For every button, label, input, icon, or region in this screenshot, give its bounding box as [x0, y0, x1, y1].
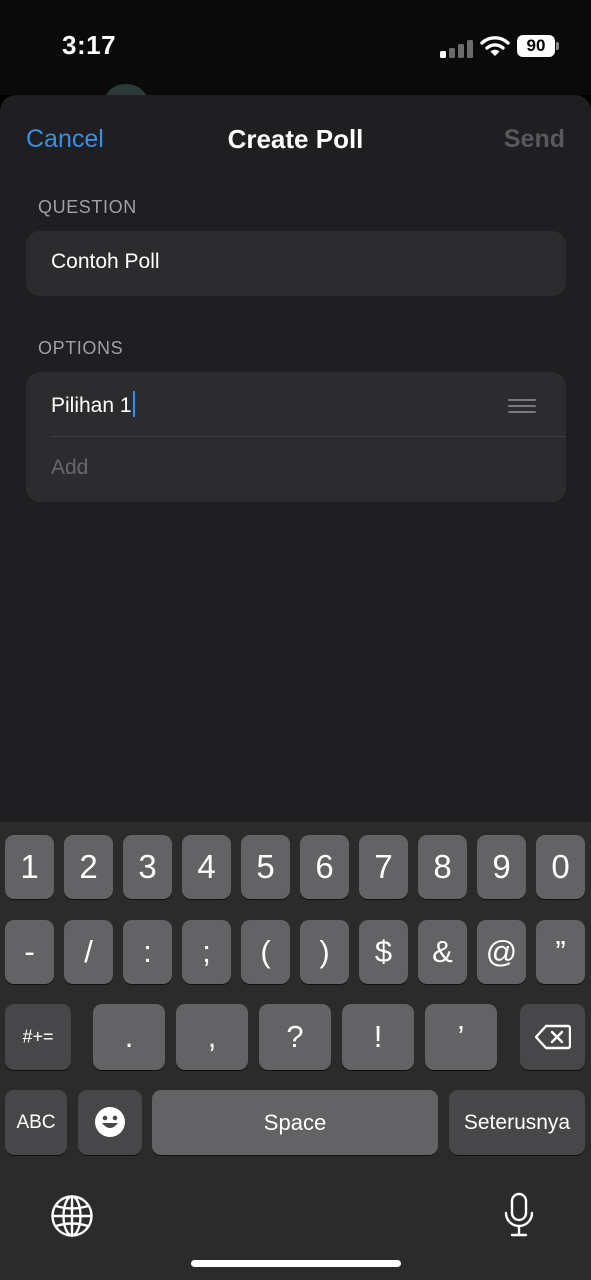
- key-7[interactable]: 7: [359, 835, 408, 899]
- option-text-1: Pilihan 1: [51, 394, 132, 417]
- text-cursor: [132, 391, 135, 417]
- emoji-icon: [95, 1107, 125, 1137]
- key-quote[interactable]: ”: [536, 920, 585, 984]
- key-close-paren[interactable]: ): [300, 920, 349, 984]
- drag-handle-icon[interactable]: [508, 399, 536, 413]
- question-input[interactable]: Contoh Poll: [51, 250, 160, 274]
- key-semicolon[interactable]: ;: [182, 920, 231, 984]
- key-exclamation[interactable]: !: [342, 1004, 414, 1070]
- key-at[interactable]: @: [477, 920, 526, 984]
- key-8[interactable]: 8: [418, 835, 467, 899]
- options-list: Pilihan 1 Add: [26, 372, 566, 502]
- option-input-1[interactable]: Pilihan 1: [51, 391, 135, 418]
- battery-level: 90: [517, 35, 555, 57]
- globe-icon[interactable]: [50, 1194, 94, 1238]
- keyboard: 1 2 3 4 5 6 7 8 9 0 - / : ; ( ) $ & @ ” …: [0, 822, 591, 1280]
- key-colon[interactable]: :: [123, 920, 172, 984]
- key-9[interactable]: 9: [477, 835, 526, 899]
- key-3[interactable]: 3: [123, 835, 172, 899]
- key-comma[interactable]: ,: [176, 1004, 248, 1070]
- battery-icon: 90: [517, 35, 559, 57]
- home-indicator[interactable]: [191, 1260, 401, 1267]
- cellular-signal-icon: [440, 38, 474, 58]
- question-section-label: QUESTION: [38, 197, 137, 217]
- key-0[interactable]: 0: [536, 835, 585, 899]
- status-bar: 3:17 90: [0, 0, 591, 106]
- abc-key[interactable]: ABC: [5, 1090, 67, 1155]
- key-slash[interactable]: /: [64, 920, 113, 984]
- key-1[interactable]: 1: [5, 835, 54, 899]
- wifi-icon: [480, 36, 510, 56]
- emoji-key[interactable]: [78, 1090, 142, 1155]
- key-apostrophe[interactable]: ’: [425, 1004, 497, 1070]
- add-option-input[interactable]: Add: [51, 456, 88, 480]
- key-5[interactable]: 5: [241, 835, 290, 899]
- backspace-key[interactable]: [520, 1004, 585, 1070]
- divider: [51, 436, 566, 437]
- options-section-label: OPTIONS: [38, 338, 124, 358]
- key-question[interactable]: ?: [259, 1004, 331, 1070]
- key-ampersand[interactable]: &: [418, 920, 467, 984]
- status-time: 3:17: [62, 30, 117, 60]
- cancel-button[interactable]: Cancel: [26, 125, 104, 154]
- key-open-paren[interactable]: (: [241, 920, 290, 984]
- return-key[interactable]: Seterusnya: [449, 1090, 585, 1155]
- key-2[interactable]: 2: [64, 835, 113, 899]
- question-field[interactable]: Contoh Poll: [26, 231, 566, 296]
- key-4[interactable]: 4: [182, 835, 231, 899]
- microphone-icon[interactable]: [503, 1192, 535, 1238]
- key-period[interactable]: .: [93, 1004, 165, 1070]
- symbols-switch-key[interactable]: #+=: [5, 1004, 71, 1070]
- send-button[interactable]: Send: [504, 125, 565, 154]
- backspace-icon: [535, 1024, 571, 1050]
- key-dollar[interactable]: $: [359, 920, 408, 984]
- space-key[interactable]: Space: [152, 1090, 438, 1155]
- key-hyphen[interactable]: -: [5, 920, 54, 984]
- key-6[interactable]: 6: [300, 835, 349, 899]
